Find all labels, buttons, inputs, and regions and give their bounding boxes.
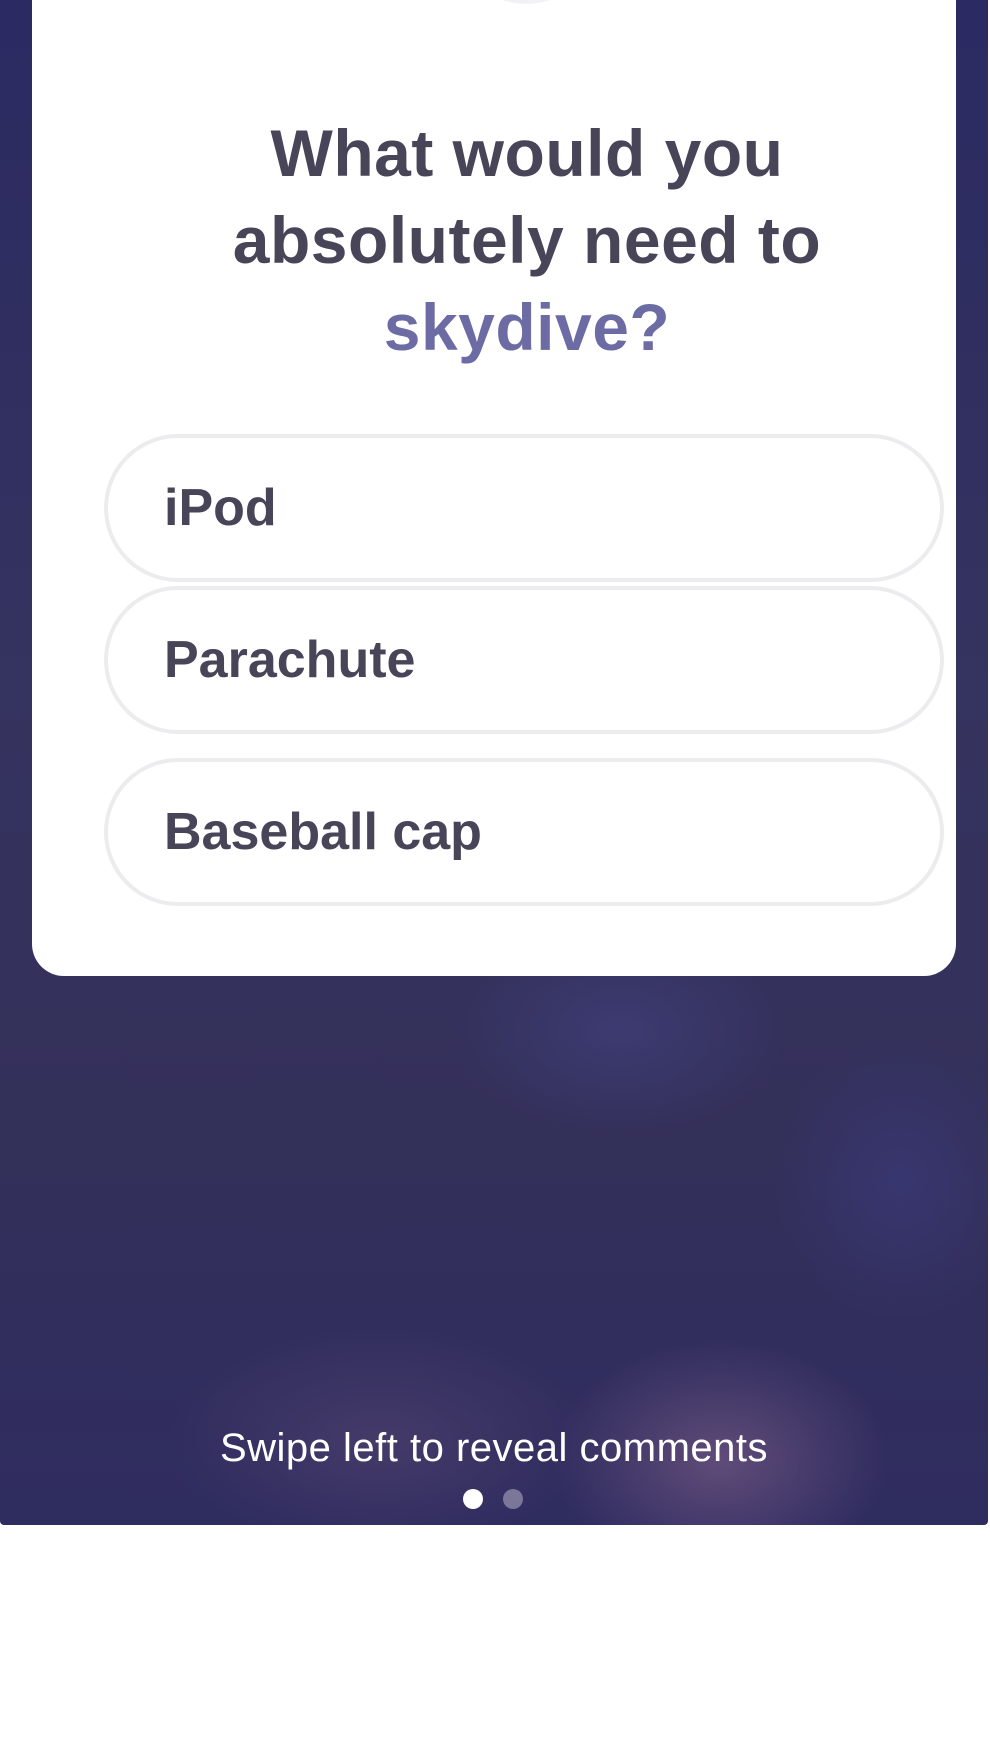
answer-option-label: Parachute: [164, 631, 416, 689]
swipe-hint: Swipe left to reveal comments: [219, 1426, 769, 1470]
page-dot-1[interactable]: [463, 1489, 483, 1509]
question-text: What would you absolutely need to skydiv…: [162, 110, 892, 371]
answer-option-ipod[interactable]: iPod: [104, 434, 944, 582]
avatar: [454, 0, 598, 4]
page-dot-2[interactable]: [503, 1489, 523, 1509]
question-line-2: absolutely need to: [232, 203, 822, 277]
question-card: What would you absolutely need to skydiv…: [32, 0, 956, 976]
answer-option-label: Baseball cap: [164, 803, 482, 861]
quiz-screen: What would you absolutely need to skydiv…: [0, 0, 988, 1525]
question-highlight: skydive?: [383, 290, 671, 364]
answer-option-parachute[interactable]: Parachute: [104, 586, 944, 734]
answer-option-label: iPod: [164, 479, 277, 537]
answer-option-baseball-cap[interactable]: Baseball cap: [104, 758, 944, 906]
question-line-1: What would you: [270, 116, 784, 190]
page-indicator: [463, 1489, 523, 1511]
